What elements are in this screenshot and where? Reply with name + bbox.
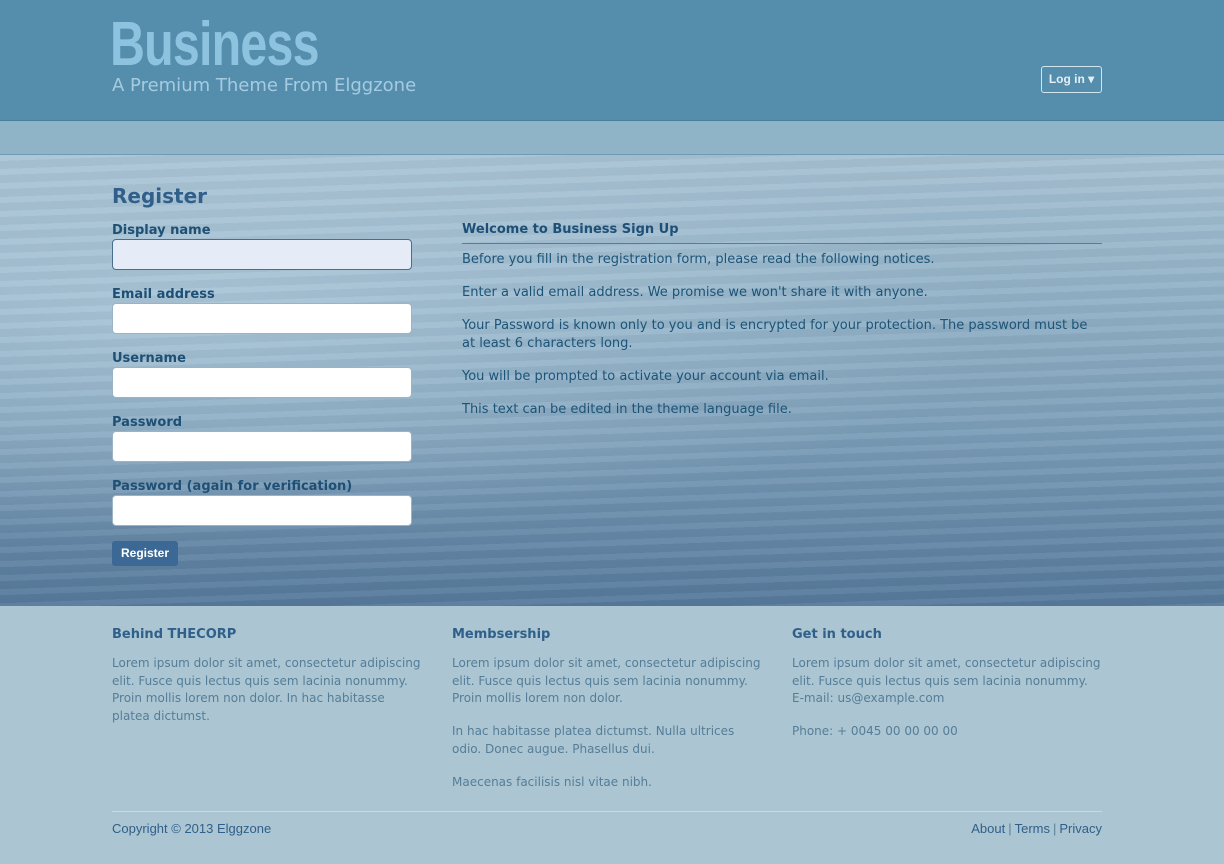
register-button[interactable]: Register <box>112 541 178 566</box>
footer-link-separator: | <box>1008 821 1012 836</box>
footer-column-text: In hac habitasse platea dictumst. Nulla … <box>452 724 735 756</box>
footer-column-text: Phone: + 0045 00 00 00 00 <box>792 724 958 738</box>
notices-heading: Welcome to Business Sign Up <box>462 222 1102 244</box>
username-input[interactable] <box>112 367 412 398</box>
notice-paragraph: This text can be edited in the theme lan… <box>462 402 792 417</box>
display-name-label: Display name <box>112 223 211 238</box>
display-name-input[interactable] <box>112 239 412 270</box>
footer-link-terms[interactable]: Terms <box>1015 821 1050 836</box>
login-dropdown-button[interactable]: Log in ▾ <box>1041 66 1102 93</box>
footer-links: About | Terms | Privacy <box>971 821 1102 837</box>
footer-link-separator: | <box>1052 821 1057 836</box>
footer-column-title: Membsership <box>452 627 551 642</box>
footer-column-text: Lorem ipsum dolor sit amet, consectetur … <box>112 656 421 723</box>
footer-column-text: Lorem ipsum dolor sit amet, consectetur … <box>792 656 1101 705</box>
footer-link-about[interactable]: About <box>971 821 1005 836</box>
footer-column-title: Get in touch <box>792 627 882 642</box>
site-header: Business A Premium Theme From Elggzone L… <box>0 0 1224 121</box>
site-tagline: A Premium Theme From Elggzone <box>112 75 417 96</box>
site-logo-title[interactable]: Business <box>110 10 320 80</box>
notice-paragraph: Enter a valid email address. We promise … <box>462 285 928 300</box>
footer-column-text: Lorem ipsum dolor sit amet, consectetur … <box>452 656 761 705</box>
password-label: Password <box>112 415 183 430</box>
copyright-text: Copyright © 2013 Elggzone <box>112 821 272 836</box>
footer-column-title: Behind THECORP <box>112 627 237 642</box>
password-verify-label: Password (again for verification) <box>112 479 353 494</box>
password-input[interactable] <box>112 431 412 462</box>
footer-divider <box>112 811 1102 812</box>
footer-link-privacy[interactable]: Privacy <box>1059 821 1102 836</box>
password-verify-input[interactable] <box>112 495 412 526</box>
footer-column-text: Maecenas facilisis nisl vitae nibh. <box>452 775 652 789</box>
page-title: Register <box>112 184 208 208</box>
navigation-bar <box>0 121 1224 155</box>
email-address-input[interactable] <box>112 303 412 334</box>
username-label: Username <box>112 351 186 366</box>
notice-paragraph: You will be prompted to activate your ac… <box>462 369 829 384</box>
email-address-label: Email address <box>112 287 215 302</box>
notice-paragraph: Your Password is known only to you and i… <box>462 318 1088 351</box>
notice-paragraph: Before you fill in the registration form… <box>462 252 935 267</box>
